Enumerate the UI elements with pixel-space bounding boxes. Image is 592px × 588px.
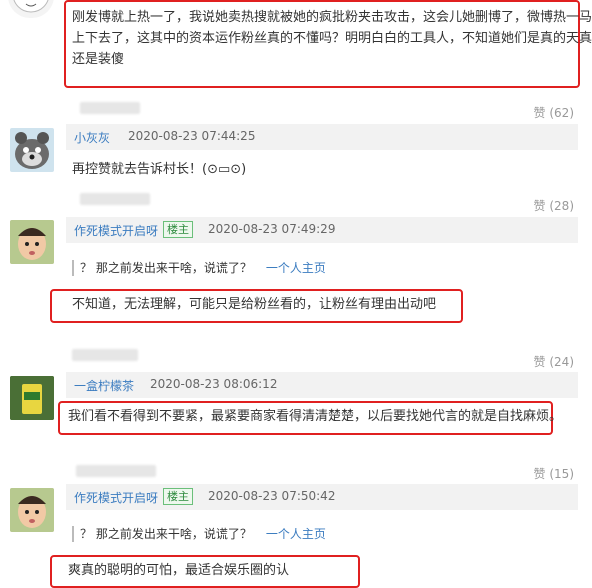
lemon-tea-avatar-icon: [10, 376, 54, 420]
like-button[interactable]: 赞 (24): [534, 353, 574, 370]
op-badge: 楼主: [163, 221, 193, 238]
like-button[interactable]: 赞 (15): [534, 465, 574, 482]
baby-avatar-icon: [10, 220, 54, 264]
avatar-zuosimoshi[interactable]: [10, 220, 54, 264]
quoted-text: ？ 那之前发出来干啥，说谎了？: [80, 261, 252, 275]
username[interactable]: 作死模式开启呀: [74, 489, 158, 506]
quoted-user-link[interactable]: 一个人主页: [266, 527, 326, 541]
username[interactable]: 小灰灰: [74, 129, 110, 146]
username[interactable]: 一盒柠檬茶: [74, 377, 134, 394]
blurred-username: [80, 102, 140, 114]
cartoon-face-icon: [13, 0, 49, 13]
comment-time: 2020-08-23 08:06:12: [150, 377, 278, 391]
top-comment-line-1: 刚发博就上热一了，我说她卖热搜就被她的疯批粉夹击攻击，这会儿她删博了，微博热一马: [72, 10, 592, 25]
op-badge: 楼主: [163, 488, 193, 505]
blurred-username: [72, 349, 138, 361]
grey-wolf-avatar-icon: [15, 132, 49, 169]
comment-time: 2020-08-23 07:44:25: [128, 129, 256, 143]
like-button-top[interactable]: 赞 (62): [534, 104, 574, 121]
quoted-user-link[interactable]: 一个人主页: [266, 261, 326, 275]
reply-text: 不知道，无法理解，可能只是给粉丝看的，让粉丝有理由出动吧: [72, 297, 437, 312]
reply-text: 爽真的聪明的可怕，最适合娱乐圈的认: [68, 563, 290, 578]
avatar-yihe-ningmengcha[interactable]: [10, 376, 54, 420]
top-comment-line-2: 上下去了，这其中的资本运作粉丝真的不懂吗？明明白白的工具人，不知道她们是真的天真: [72, 31, 592, 46]
quoted-text: ？ 那之前发出来干啥，说谎了？: [80, 527, 252, 541]
avatar-xiaohuihui[interactable]: [10, 128, 54, 172]
blurred-username: [76, 465, 156, 477]
comment-meta-bar: [66, 372, 578, 398]
comment-text: 我们看不看得到不要紧，最紧要商家看得清清楚楚，以后要找她代言的就是自找麻烦。: [68, 409, 563, 424]
avatar-top[interactable]: [8, 0, 54, 18]
comment-text: 再控赞就去告诉村长！(⊙▭⊙): [72, 162, 247, 177]
comment-time: 2020-08-23 07:49:29: [208, 222, 336, 236]
blurred-username: [80, 193, 150, 205]
username[interactable]: 作死模式开启呀: [74, 222, 158, 239]
avatar-zuosimoshi[interactable]: [10, 488, 54, 532]
quoted-reply: ？ 那之前发出来干啥，说谎了？ 一个人主页: [72, 260, 326, 276]
top-comment-line-3: 还是装傻: [72, 52, 125, 67]
quoted-reply: ？ 那之前发出来干啥，说谎了？ 一个人主页: [72, 526, 326, 542]
like-button[interactable]: 赞 (28): [534, 197, 574, 214]
baby-avatar-icon: [10, 488, 54, 532]
comment-time: 2020-08-23 07:50:42: [208, 489, 336, 503]
